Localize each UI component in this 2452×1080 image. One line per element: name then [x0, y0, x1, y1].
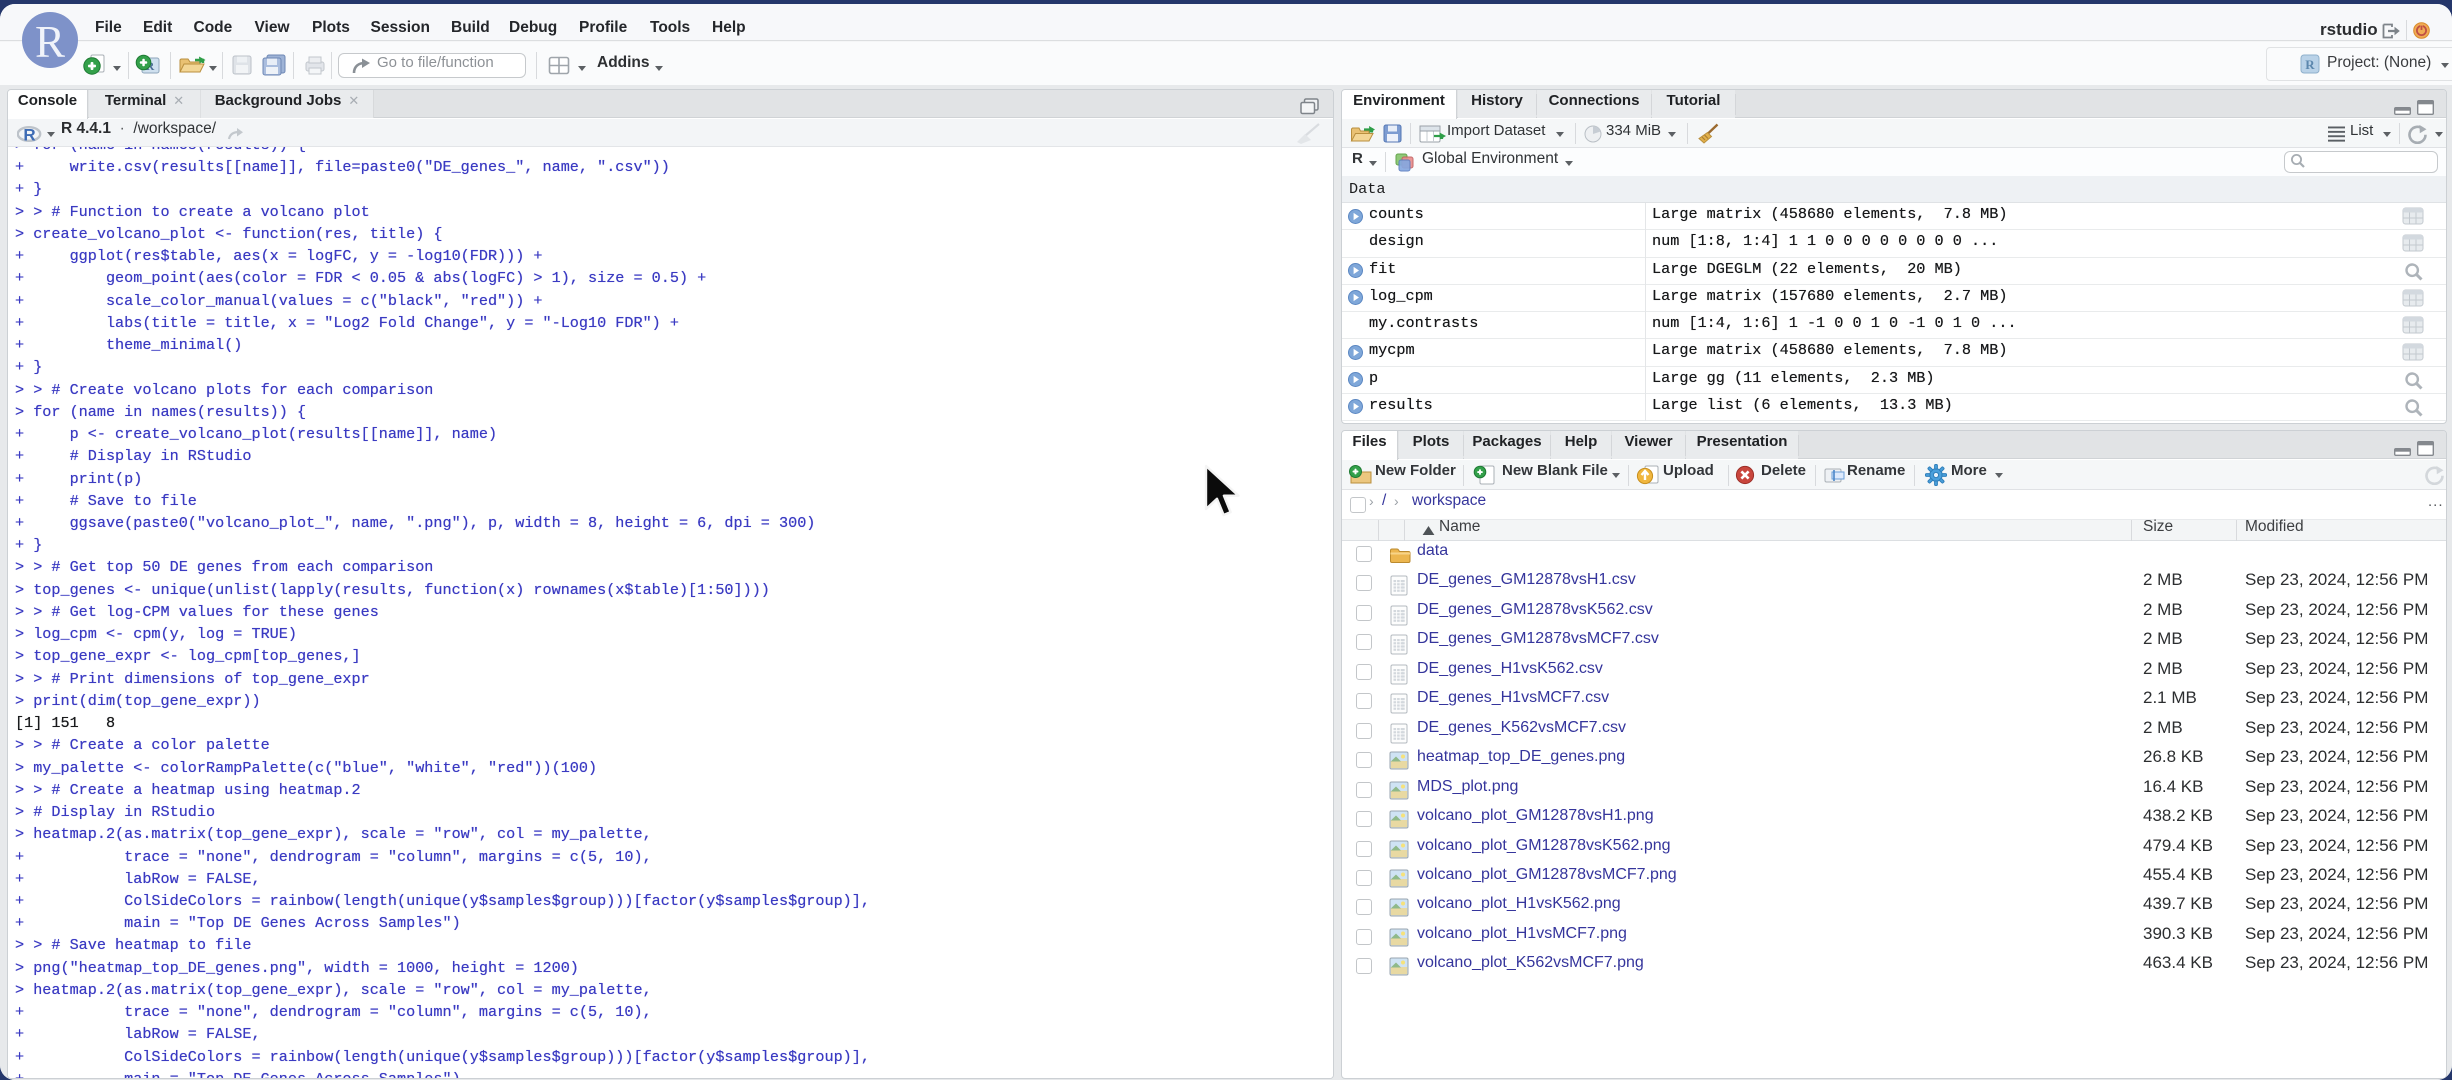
- svg-text:R: R: [2305, 57, 2315, 72]
- svg-text:R: R: [23, 126, 35, 145]
